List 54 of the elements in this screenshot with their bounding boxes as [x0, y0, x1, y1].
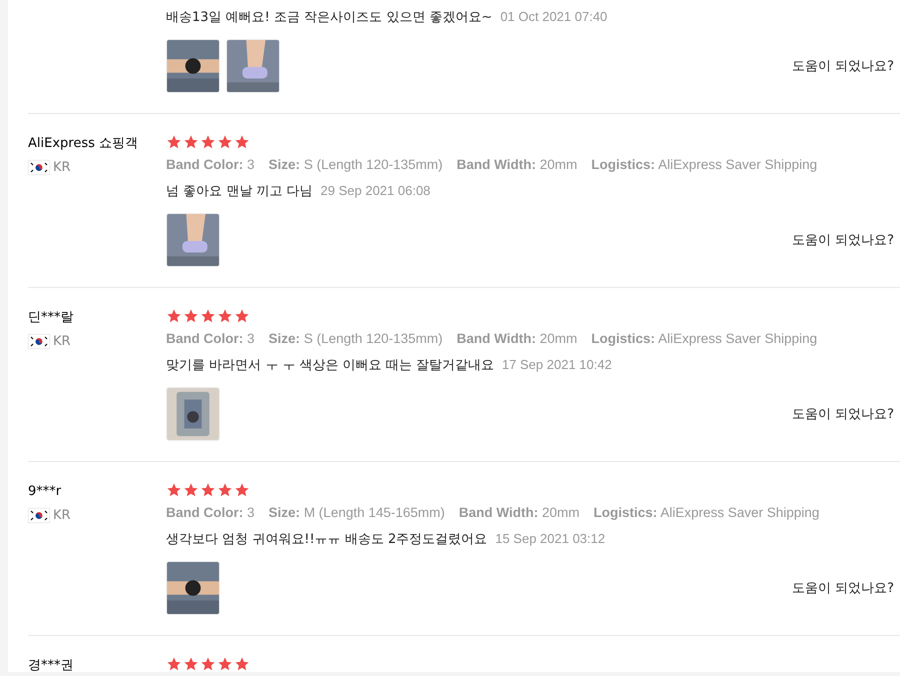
product-attribute: Band Width: 20mm: [458, 504, 580, 522]
helpful-link[interactable]: 도움이 되었나요?: [792, 57, 894, 75]
helpful-link[interactable]: 도움이 되었나요?: [792, 231, 894, 249]
product-attribute: Size: S (Length 120-135mm): [268, 156, 443, 174]
star-icon: [234, 308, 250, 324]
helpful-link[interactable]: 도움이 되었나요?: [792, 579, 894, 597]
flag-icon: [28, 334, 50, 349]
star-icon: [183, 656, 199, 672]
star-icon: [183, 308, 199, 324]
star-icon: [200, 482, 216, 498]
review-text: 생각보다 엄청 귀여워요!!ㅠㅠ 배송도 2주정도걸렸어요: [166, 531, 488, 549]
star-icon: [217, 482, 233, 498]
star-icon: [200, 308, 216, 324]
star-icon: [166, 134, 182, 150]
star-icon: [217, 134, 233, 150]
review-date: 17 Sep 2021 10:42: [502, 356, 612, 374]
reviewer-name: 9***r: [28, 483, 62, 501]
review-text: 넘 좋아요 맨날 끼고 다님: [166, 183, 313, 201]
product-attribute: Band Color: 3: [166, 156, 255, 174]
star-icon: [234, 656, 250, 672]
star-icon: [166, 308, 182, 324]
star-icon: [166, 482, 182, 498]
product-attribute: Band Width: 20mm: [456, 330, 578, 348]
product-attribute: Band Color: 3: [166, 330, 255, 348]
product-attribute: Logistics: AliExpress Saver Shipping: [591, 156, 818, 174]
product-attribute: Logistics: AliExpress Saver Shipping: [591, 330, 818, 348]
reviewer-name: 경***권: [28, 657, 74, 672]
review-date: 01 Oct 2021 07:40: [500, 8, 608, 26]
star-icon: [217, 308, 233, 324]
star-icon: [200, 134, 216, 150]
product-attribute: Band Color: 3: [166, 504, 255, 522]
star-icon: [200, 656, 216, 672]
reviewer-name: AliExpress 쇼핑객: [28, 135, 138, 153]
reviewer-name: 딘***랄: [28, 309, 74, 327]
country-code: KR: [53, 160, 71, 175]
review-text: 배송13일 예뻐요! 조금 작은사이즈도 있으면 좋겠어요~: [166, 9, 492, 27]
star-icon: [234, 482, 250, 498]
review-date: 29 Sep 2021 06:08: [320, 182, 430, 200]
country-code: KR: [53, 334, 71, 349]
review-text: 맞기를 바라면서 ㅜ ㅜ 색상은 이뻐요 때는 잘탈거같내요: [166, 357, 494, 375]
review-date: 15 Sep 2021 03:12: [495, 530, 606, 548]
star-icon: [217, 656, 233, 672]
flag-icon: [28, 160, 50, 175]
flag-icon: [28, 508, 50, 523]
star-icon: [183, 482, 199, 498]
product-attribute: Logistics: AliExpress Saver Shipping: [594, 504, 820, 522]
helpful-link[interactable]: 도움이 되었나요?: [792, 405, 894, 423]
product-attribute: Band Width: 20mm: [456, 156, 578, 174]
star-icon: [166, 656, 182, 672]
product-attribute: Size: S (Length 120-135mm): [268, 330, 443, 348]
star-icon: [183, 134, 199, 150]
product-attribute: Size: M (Length 145-165mm): [268, 504, 445, 522]
country-code: KR: [53, 508, 71, 523]
star-icon: [234, 134, 250, 150]
